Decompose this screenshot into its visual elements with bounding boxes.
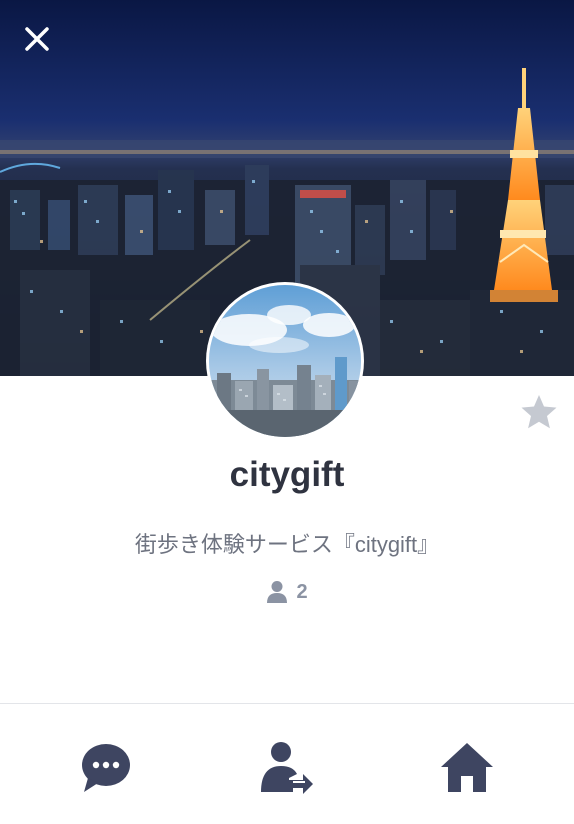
chat-button[interactable] [78, 740, 134, 796]
bottom-nav [0, 704, 574, 824]
profile-name: citygift [229, 455, 345, 494]
home-button[interactable] [439, 740, 495, 796]
favorite-button[interactable] [519, 392, 559, 432]
home-icon [441, 743, 493, 792]
member-count-value: 2 [296, 580, 308, 603]
member-count[interactable]: 2 [0, 580, 574, 610]
close-button[interactable] [20, 22, 54, 56]
chat-bubble-icon [82, 744, 130, 792]
person-icon [267, 581, 288, 603]
close-icon [25, 27, 49, 51]
share-profile-button[interactable] [259, 740, 315, 796]
person-share-icon [261, 742, 313, 794]
profile-description: 街歩き体験サービス『citygift』 [134, 532, 440, 557]
star-icon [521, 395, 557, 429]
avatar [209, 285, 361, 437]
